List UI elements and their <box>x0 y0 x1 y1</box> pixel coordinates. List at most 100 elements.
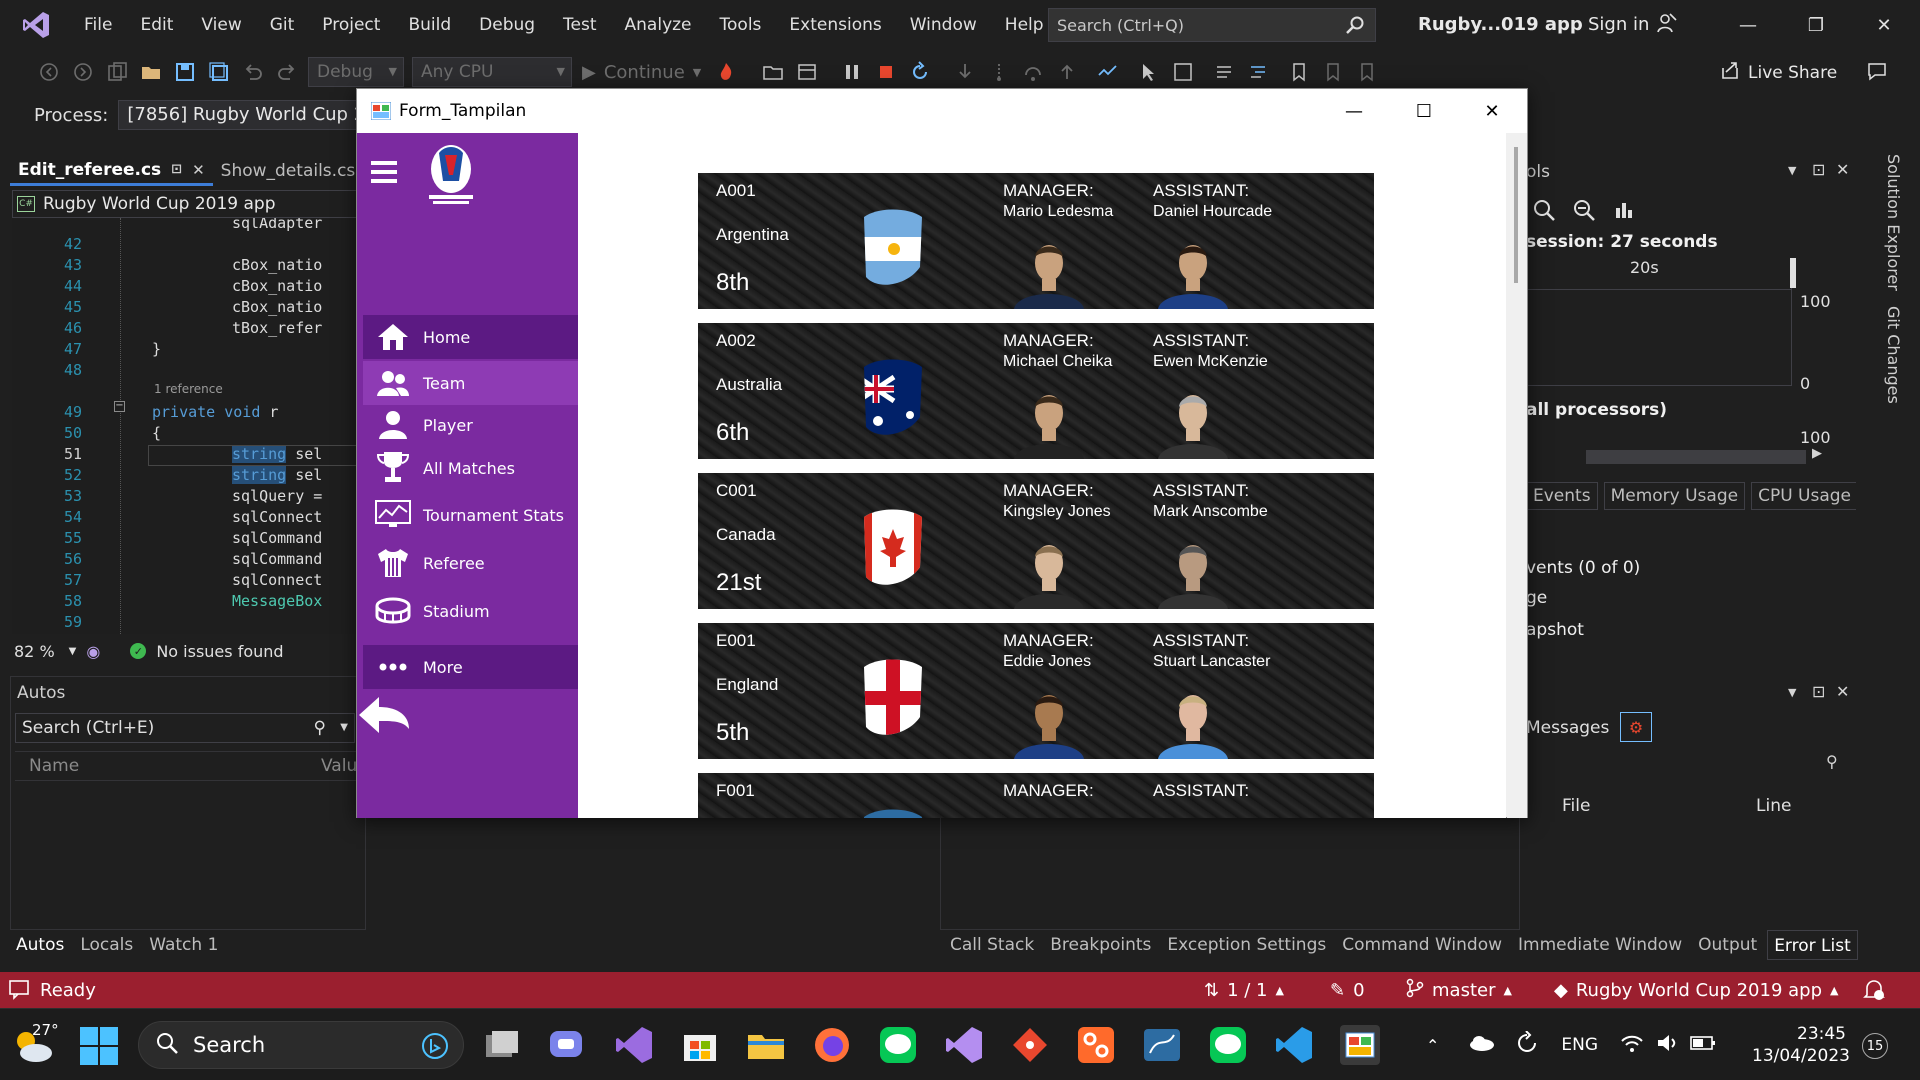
tab-watch-1[interactable]: Watch 1 <box>143 930 224 960</box>
chevron-down-icon[interactable]: ▼ <box>340 714 348 742</box>
next-bookmark-icon[interactable] <box>1353 58 1381 86</box>
chevron-down-icon[interactable]: ▼ <box>69 646 77 657</box>
nav-item-tournament-stats[interactable]: Tournament Stats <box>363 493 578 537</box>
issues-status[interactable]: No issues found <box>156 642 283 661</box>
form-scrollbar[interactable] <box>1507 133 1527 818</box>
code-line[interactable]: 53 sqlQuery = <box>12 487 360 508</box>
vertical-scrollbar[interactable] <box>1856 446 1870 526</box>
vscode-icon[interactable] <box>1274 1025 1314 1065</box>
uncomment-icon[interactable] <box>1244 58 1272 86</box>
diag-row-usage[interactable]: ge <box>1526 588 1547 608</box>
copilot-icon[interactable]: ◉ <box>86 642 100 661</box>
redo-icon[interactable] <box>273 58 301 86</box>
tab-locals[interactable]: Locals <box>74 930 139 960</box>
open-file-icon[interactable] <box>137 58 165 86</box>
code-line[interactable]: 42 <box>12 235 360 256</box>
nav-item-more[interactable]: More <box>363 645 578 689</box>
bookmark-panel-icon[interactable] <box>1169 58 1197 86</box>
teams-chat-icon[interactable] <box>546 1025 586 1065</box>
code-line[interactable]: 58 MessageBox <box>12 592 360 613</box>
tab-edit-referee[interactable]: Edit_referee.cs ⊡ ✕ <box>10 156 213 186</box>
code-line[interactable]: 1 reference <box>12 382 360 403</box>
undo-icon[interactable] <box>239 58 267 86</box>
clock[interactable]: 23:45 13/04/2023 <box>1752 1023 1850 1067</box>
line-app-2-icon[interactable] <box>1208 1025 1248 1065</box>
tab-memory-usage[interactable]: Memory Usage <box>1603 482 1746 510</box>
git-branch[interactable]: master ▲ <box>1406 972 1512 1008</box>
sync-icon[interactable] <box>1515 1030 1539 1059</box>
notifications-icon[interactable] <box>1862 972 1886 1008</box>
code-line[interactable]: 52 string sel <box>12 466 360 487</box>
side-tab-git-changes[interactable]: Git Changes <box>1884 306 1903 404</box>
folder-icon[interactable] <box>759 58 787 86</box>
search-icon[interactable]: ⚲ <box>1826 752 1838 771</box>
visual-studio-logo-icon[interactable] <box>16 8 56 42</box>
menu-git[interactable]: Git <box>256 5 309 45</box>
repository[interactable]: ◆ Rugby World Cup 2019 app ▲ <box>1554 972 1839 1008</box>
filter-icon[interactable]: ⚙ <box>1620 712 1652 742</box>
column-line[interactable]: Line <box>1756 796 1791 816</box>
wifi-icon[interactable] <box>1620 1033 1644 1057</box>
restart-icon[interactable] <box>906 58 934 86</box>
diagnostics-icon[interactable] <box>1094 58 1122 86</box>
team-card[interactable]: F001 MANAGER: ASSISTANT: <box>698 773 1374 818</box>
sql-server-icon[interactable] <box>1142 1025 1182 1065</box>
start-button[interactable] <box>80 1027 118 1069</box>
file-explorer-icon[interactable] <box>746 1025 786 1065</box>
platform-select[interactable]: Any CPU ▼ <box>412 57 572 87</box>
menu-project[interactable]: Project <box>308 5 394 45</box>
tab-breakpoints[interactable]: Breakpoints <box>1044 930 1157 960</box>
nav-item-all-matches[interactable]: All Matches <box>363 446 578 490</box>
hot-reload-icon[interactable] <box>712 58 740 86</box>
notification-badge[interactable]: 15 <box>1862 1033 1888 1059</box>
navigate-forward-icon[interactable] <box>69 58 97 86</box>
close-icon[interactable]: ✕ <box>1850 0 1918 50</box>
team-card[interactable]: C001 Canada 21st MANAGER: Kingsley Jones ASSI… <box>698 473 1374 609</box>
code-line[interactable]: 54 sqlConnect <box>12 508 360 529</box>
panel-menu-icon[interactable]: ▼ <box>1788 686 1796 699</box>
code-line[interactable]: 55 sqlCommand <box>12 529 360 550</box>
chevron-up-icon[interactable]: ⌃ <box>1426 1036 1439 1055</box>
tab-command-window[interactable]: Command Window <box>1336 930 1508 960</box>
battery-icon[interactable] <box>1690 1035 1716 1055</box>
column-name[interactable]: Name <box>29 756 79 776</box>
code-line[interactable]: 47} <box>12 340 360 361</box>
messages-filter[interactable]: Messages <box>1526 718 1609 738</box>
comment-icon[interactable] <box>1210 58 1238 86</box>
form-maximize-icon[interactable]: ☐ <box>1389 89 1459 133</box>
volume-icon[interactable] <box>1656 1033 1680 1057</box>
zoom-out-icon[interactable] <box>1572 198 1596 226</box>
new-project-icon[interactable] <box>103 58 131 86</box>
code-line[interactable]: 56 sqlCommand <box>12 550 360 571</box>
code-line[interactable]: 49 private void r <box>12 403 360 424</box>
pending-edits[interactable]: ✎ 0 <box>1330 972 1365 1008</box>
code-line[interactable]: 43 cBox_natio <box>12 256 360 277</box>
step-out-icon[interactable] <box>1019 58 1047 86</box>
tab-output[interactable]: Output <box>1692 930 1763 960</box>
timeline-cursor[interactable] <box>1790 258 1796 288</box>
live-share-button[interactable]: Live Share <box>1720 60 1837 85</box>
cursor-icon[interactable] <box>1135 58 1163 86</box>
menu-tools[interactable]: Tools <box>706 5 776 45</box>
tab-exception-settings[interactable]: Exception Settings <box>1161 930 1332 960</box>
nav-item-home[interactable]: Home <box>363 315 578 359</box>
tab-show-details[interactable]: Show_details.cs <box>213 156 364 186</box>
menu-build[interactable]: Build <box>394 5 465 45</box>
taskbar-search-box[interactable]: Search <box>138 1021 464 1069</box>
navigate-back-icon[interactable] <box>35 58 63 86</box>
line-position[interactable]: ⇅ 1 / 1 ▲ <box>1204 972 1284 1008</box>
code-editor[interactable]: sqlAdapter 42 43 cBox_natio 44 cBox_natio 45 cB… <box>12 218 360 634</box>
nav-item-stadium[interactable]: Stadium <box>363 589 578 633</box>
minimize-icon[interactable]: — <box>1714 0 1782 50</box>
menu-test[interactable]: Test <box>549 5 610 45</box>
tab-error-list[interactable]: Error List <box>1767 930 1858 960</box>
panel-menu-icon[interactable]: ▼ <box>1788 164 1796 177</box>
layout-icon[interactable] <box>793 58 821 86</box>
git-app-icon[interactable] <box>1010 1025 1050 1065</box>
configuration-select[interactable]: Debug ▼ <box>308 57 404 87</box>
search-icon[interactable]: ⚲ <box>314 714 326 742</box>
code-line[interactable]: 50 { <box>12 424 360 445</box>
team-card[interactable]: E001 England 5th MANAGER: Eddie Jones ASSISTA… <box>698 623 1374 759</box>
firefox-icon[interactable] <box>812 1025 852 1065</box>
code-line[interactable]: 44 cBox_natio <box>12 277 360 298</box>
